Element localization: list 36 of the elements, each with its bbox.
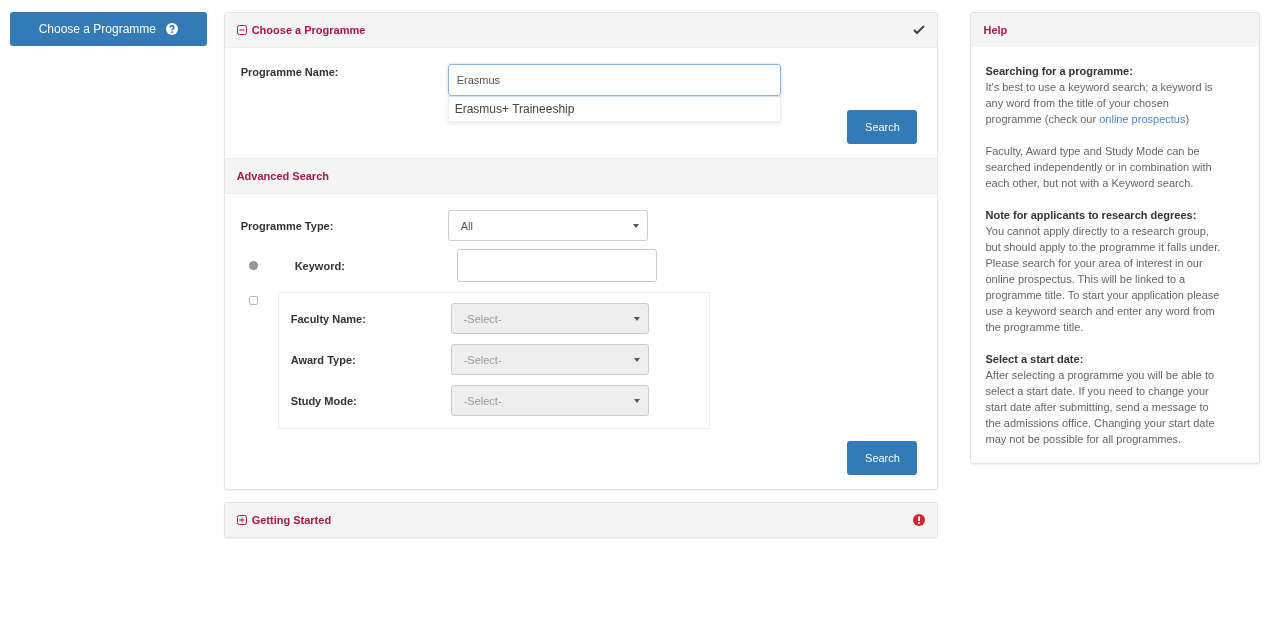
panel-header[interactable]: Choose a Programme (224, 13, 938, 48)
prospectus-link[interactable]: online prospectus (1099, 113, 1186, 125)
caret-icon (632, 223, 639, 228)
checkbox[interactable] (248, 296, 258, 305)
choose-programme-button[interactable]: Choose a Programme (10, 12, 207, 46)
caret-icon (633, 357, 640, 362)
search-button[interactable]: Search (847, 110, 918, 144)
field-label: Programme Name: (240, 66, 340, 78)
dropdown[interactable]: All (447, 210, 648, 241)
suggestion-item[interactable]: Erasmus+ Traineeship (447, 96, 781, 122)
section-title: Advanced Search (236, 170, 330, 182)
collapse-icon[interactable] (236, 25, 247, 35)
help-paragraph: Faculty, Award type and Study Mode can be searched independently or in combination with each other, but not with a Keyword search. (985, 144, 1213, 191)
search-button[interactable]: Search (847, 441, 918, 475)
radio-button[interactable] (248, 261, 258, 270)
field-label: Award Type: (290, 353, 357, 366)
panel-header[interactable]: Getting Started (224, 503, 938, 537)
expand-icon[interactable] (236, 515, 247, 525)
help-paragraph: After selecting a programme you will be able to select a start date. If you need to change your start date after submitting, send a message to the admissions office. Changing your start date may not be possible for all programmes. (985, 368, 1216, 447)
caret-icon (633, 316, 640, 321)
keyword-field[interactable] (456, 249, 657, 282)
caret-icon (633, 398, 640, 403)
help-icon (166, 23, 179, 35)
programme-name-field[interactable]: Erasmus (447, 64, 781, 96)
field-label: Faculty Name: (290, 312, 367, 325)
panel-title: Choose a Programme (251, 24, 367, 36)
help-paragraph: It's best to use a keyword search; a keyword is any word from the title of your chosen programme (check our online prospectus) (985, 80, 1214, 127)
field-label: Study Mode: (290, 394, 358, 407)
field-label: Programme Type: (240, 219, 335, 232)
help-heading: Note for applicants to research degrees: (985, 208, 1198, 223)
panel-title: Help (983, 24, 1009, 36)
help-paragraph: You cannot apply directly to a research group, but should apply to the programme it falls under. Please search for your area of interest in our online prospectus. This will be linked to a programme title. To start your application please use a keyword search and enter any word from the programme title. (985, 224, 1222, 335)
help-heading: Searching for a programme: (985, 64, 1134, 79)
field-label: Keyword: (294, 259, 346, 272)
panel-title: Getting Started (251, 514, 333, 526)
help-heading: Select a start date: (985, 352, 1085, 367)
